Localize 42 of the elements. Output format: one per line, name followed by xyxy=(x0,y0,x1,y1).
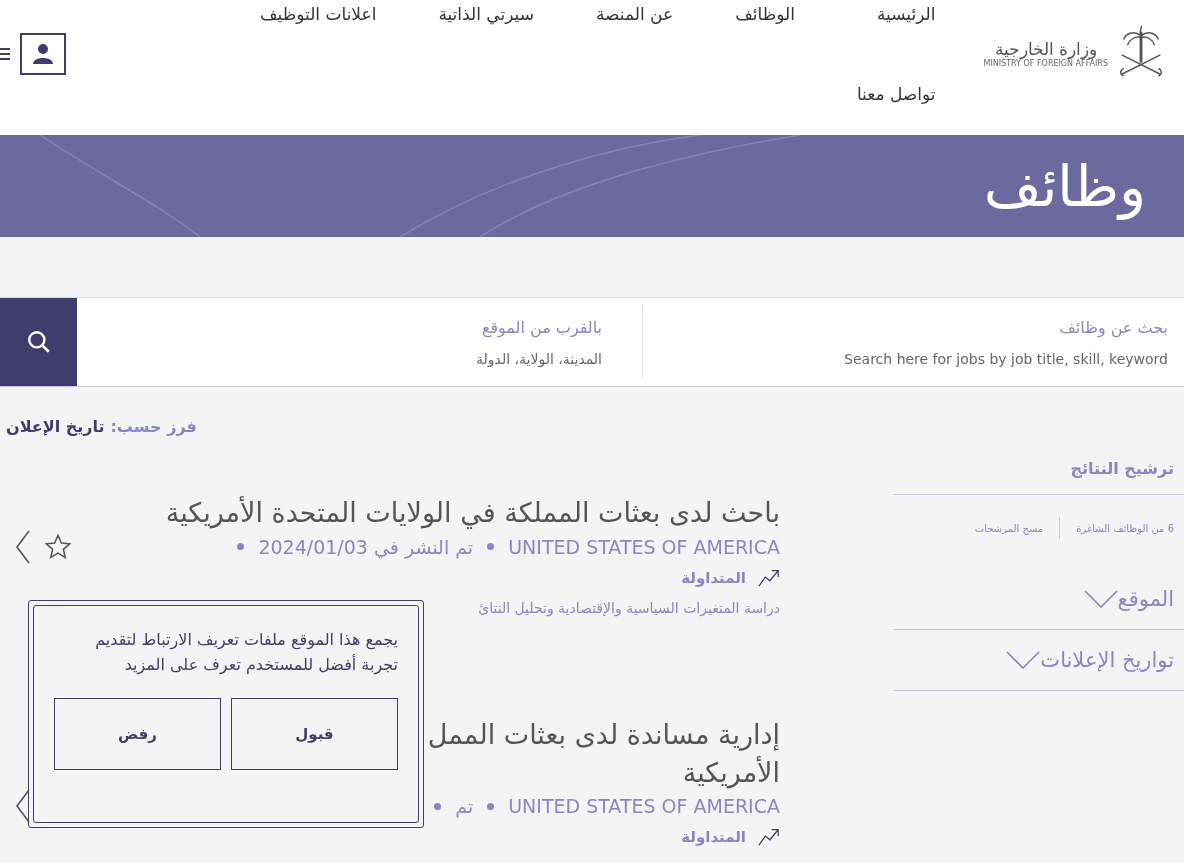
nav-link[interactable]: اعلانات التوظيف xyxy=(259,4,377,24)
search-button[interactable] xyxy=(0,298,77,386)
menu-icon[interactable] xyxy=(0,47,10,61)
filter-title: ترشيح النتائج xyxy=(893,459,1184,495)
separator-dot xyxy=(434,802,442,810)
star-icon[interactable] xyxy=(44,532,72,561)
trending-icon xyxy=(758,827,780,848)
reject-button[interactable]: رفض xyxy=(54,697,221,770)
chevron-left-icon[interactable] xyxy=(16,789,30,824)
vacancy-count: 6 من الوظائف الشاغرة xyxy=(1076,522,1174,534)
nav-link[interactable]: الرئيسية xyxy=(856,4,936,24)
separator-dot xyxy=(487,543,495,551)
sort-label: فرز حسب: xyxy=(110,417,197,436)
location-input[interactable]: المدينة، الولاية، الدولة xyxy=(93,350,602,367)
separator-dot xyxy=(487,802,495,810)
cookie-message: يجمع هذا الموقع ملفات تعريف الارتباط لتقديم تجربة أفضل للمستخدم تعرف على المزيد xyxy=(94,629,398,677)
banner-title: وظائف xyxy=(983,153,1146,219)
logo-english-text: MINISTRY OF FOREIGN AFFAIRS xyxy=(983,58,1108,68)
user-icon xyxy=(31,42,55,66)
chevron-left-icon[interactable] xyxy=(16,529,30,564)
job-description: دراسة المتغيرات السياسية والإقتصادية وتحليل النتائ xyxy=(477,599,780,616)
keyword-input[interactable]: Search here for jobs by job title, skill, keyword xyxy=(659,350,1168,367)
search-icon xyxy=(25,329,52,355)
posted-date: تم xyxy=(455,795,474,818)
nav-link[interactable]: عن المنصة xyxy=(595,4,674,24)
job-tag: المتداولة xyxy=(681,568,746,587)
posted-date: تم النشر في 2024/01/03 xyxy=(258,535,474,558)
job-tag: المتداولة xyxy=(681,828,746,847)
job-country: UNITED STATES OF AMERICA xyxy=(508,795,780,818)
trending-icon xyxy=(758,567,780,588)
field-label: بالقرب من الموقع xyxy=(480,317,602,337)
nav-link[interactable]: سيرتي الذاتية xyxy=(438,4,534,24)
sort-dropdown[interactable]: تاريخ الإعلان xyxy=(6,417,105,436)
job-title[interactable]: باحث لدى بعثات المملكة في الولايات المتحدة الأمريكية xyxy=(0,494,780,532)
account-button[interactable] xyxy=(20,33,66,75)
field-label: بحث عن وظائف xyxy=(1058,317,1168,337)
separator-dot xyxy=(237,543,245,551)
nav-link[interactable]: الوظائف xyxy=(735,4,795,24)
job-country: UNITED STATES OF AMERICA xyxy=(508,535,780,558)
accept-button[interactable]: قبول xyxy=(231,697,398,770)
nav-link[interactable]: تواصل معنا xyxy=(856,84,936,104)
logo-arabic-text: وزارة الخارجية xyxy=(994,38,1097,59)
